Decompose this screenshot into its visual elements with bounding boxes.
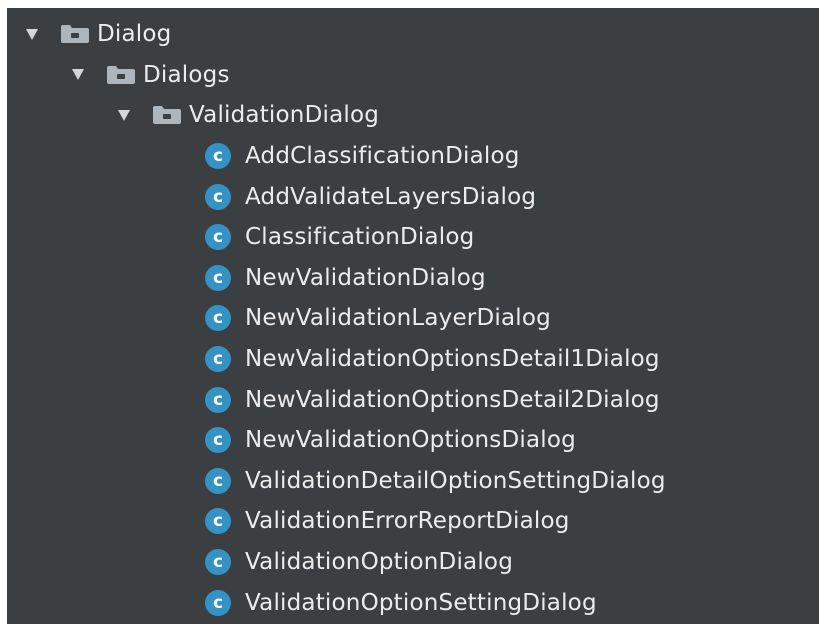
tree-node-class[interactable]: c ValidationDetailOptionSettingDialog <box>7 461 819 502</box>
class-icon: c <box>205 143 231 170</box>
tree-node-class[interactable]: c NewValidationOptionsDetail1Dialog <box>7 339 819 380</box>
class-icon: c <box>205 467 231 494</box>
class-icon: c <box>205 305 231 332</box>
tree-node-label: Dialogs <box>143 61 230 88</box>
tree-node-class[interactable]: c ValidationErrorReportDialog <box>7 501 819 542</box>
tree-node-label: NewValidationOptionsDetail1Dialog <box>245 346 660 373</box>
expand-arrow-icon[interactable] <box>26 28 38 40</box>
class-icon: c <box>205 346 231 373</box>
class-icon: c <box>205 589 231 616</box>
tree-node-label: NewValidationOptionsDialog <box>245 427 576 454</box>
tree-node-class[interactable]: c NewValidationDialog <box>7 258 819 299</box>
tree-node-label: AddClassificationDialog <box>245 143 520 170</box>
folder-icon <box>107 65 135 84</box>
tree-node-label: NewValidationLayerDialog <box>245 305 551 332</box>
tree-node-class[interactable]: c ValidationOptionDialog <box>7 542 819 583</box>
folder-icon <box>153 106 181 125</box>
tree-node-class[interactable]: c ValidationOptionSettingDialog <box>7 582 819 623</box>
tree-node-label: ValidationErrorReportDialog <box>245 508 570 535</box>
tree-node-label: NewValidationOptionsDetail2Dialog <box>245 386 660 413</box>
project-tree: Dialog Dialogs ValidationDialog c AddCla… <box>7 14 819 623</box>
tree-node-dialog[interactable]: Dialog <box>7 14 819 55</box>
tree-node-label: ClassificationDialog <box>245 224 475 251</box>
tree-node-label: Dialog <box>97 21 172 48</box>
class-icon: c <box>205 183 231 210</box>
tree-node-label: ValidationDialog <box>189 102 380 129</box>
tree-node-validationdialog[interactable]: ValidationDialog <box>7 95 819 136</box>
class-icon: c <box>205 427 231 454</box>
expand-arrow-icon[interactable] <box>118 109 130 121</box>
tree-node-label: AddValidateLayersDialog <box>245 183 537 210</box>
folder-icon <box>61 25 89 44</box>
tree-node-class[interactable]: c NewValidationLayerDialog <box>7 298 819 339</box>
expand-arrow-icon[interactable] <box>72 69 84 81</box>
tree-node-class[interactable]: c AddClassificationDialog <box>7 136 819 177</box>
class-icon: c <box>205 549 231 576</box>
tree-node-class[interactable]: c ClassificationDialog <box>7 217 819 258</box>
tree-node-class[interactable]: c NewValidationOptionsDetail2Dialog <box>7 379 819 420</box>
tree-node-class[interactable]: c NewValidationOptionsDialog <box>7 420 819 461</box>
class-icon: c <box>205 508 231 535</box>
class-icon: c <box>205 386 231 413</box>
class-icon: c <box>205 224 231 251</box>
tree-node-label: NewValidationDialog <box>245 264 486 291</box>
tree-node-label: ValidationDetailOptionSettingDialog <box>245 467 666 494</box>
tree-node-label: ValidationOptionSettingDialog <box>245 589 597 616</box>
tree-node-label: ValidationOptionDialog <box>245 549 513 576</box>
class-icon: c <box>205 264 231 291</box>
tree-node-dialogs[interactable]: Dialogs <box>7 55 819 96</box>
tree-node-class[interactable]: c AddValidateLayersDialog <box>7 176 819 217</box>
project-tree-panel: Dialog Dialogs ValidationDialog c AddCla… <box>7 8 819 624</box>
